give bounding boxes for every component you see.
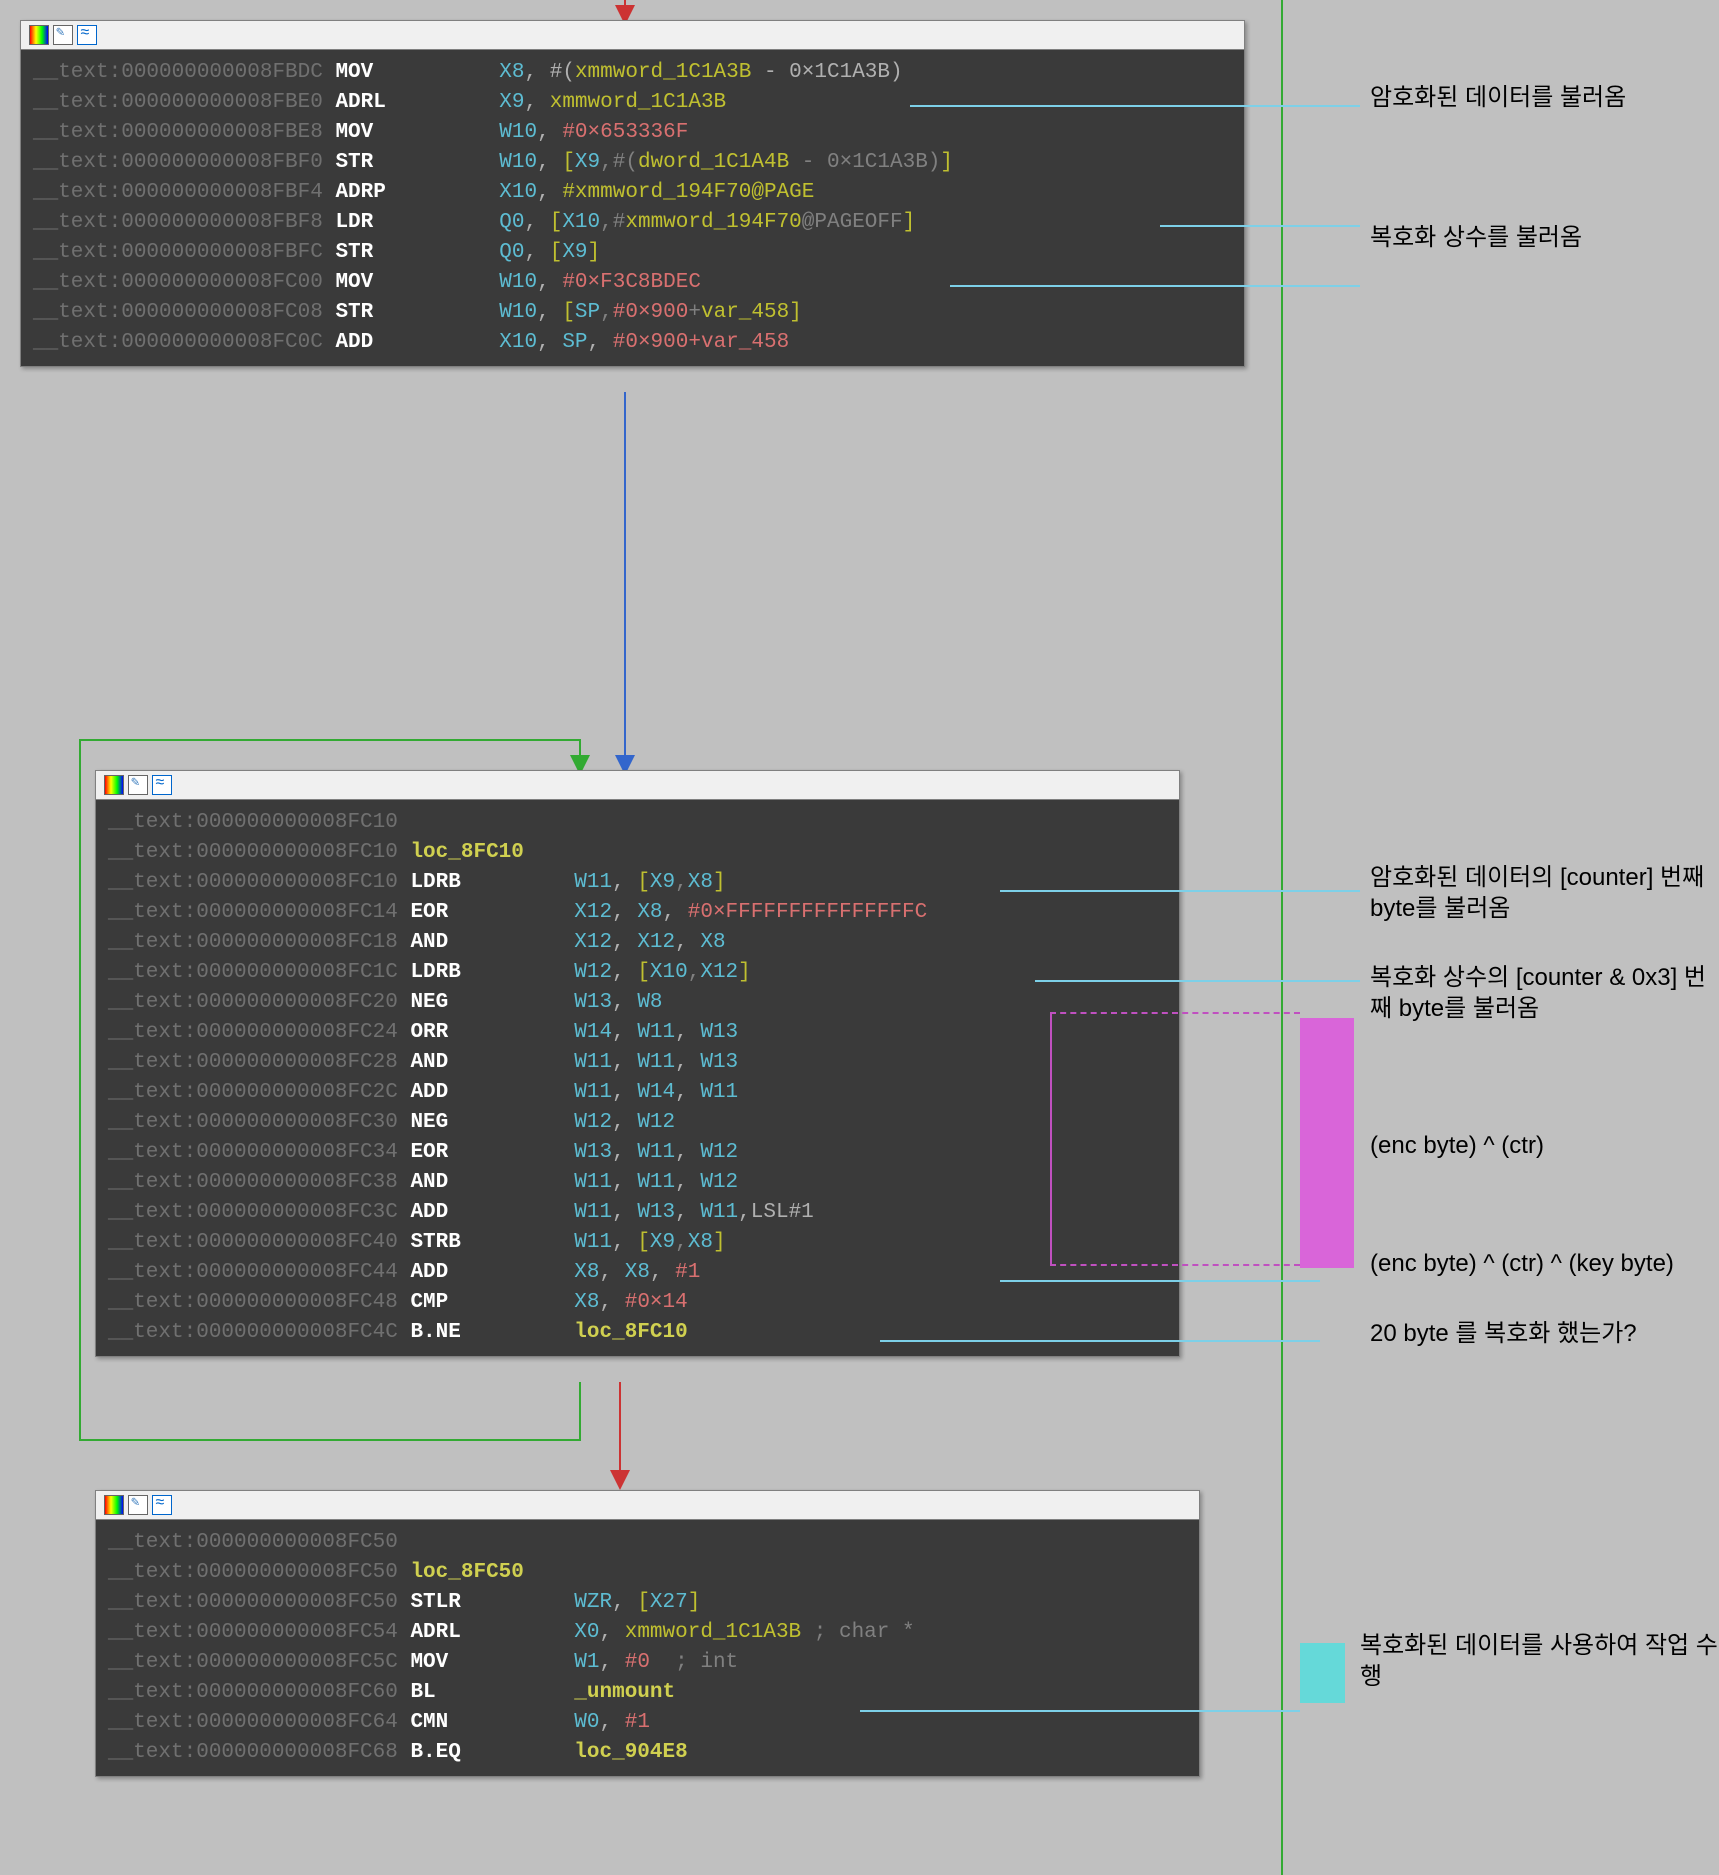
annotation-5: (enc byte) ^ (ctr) xyxy=(1370,1130,1544,1161)
leader-line-dashed xyxy=(1050,1264,1300,1266)
highlight-cyan xyxy=(1300,1643,1345,1703)
asm-line[interactable]: __text:000000000008FC20 NEG W13, W8 xyxy=(108,988,1167,1018)
asm-line[interactable]: __text:000000000008FC10 xyxy=(108,808,1167,838)
highlight-magenta xyxy=(1300,1018,1354,1268)
asm-line[interactable]: __text:000000000008FC30 NEG W12, W12 xyxy=(108,1108,1167,1138)
leader-line xyxy=(1160,225,1360,227)
leader-line xyxy=(950,285,1360,287)
color-icon[interactable] xyxy=(104,775,124,795)
block-toolbar xyxy=(21,21,1244,50)
asm-line[interactable]: __text:000000000008FC4C B.NE loc_8FC10 xyxy=(108,1318,1167,1348)
asm-line[interactable]: __text:000000000008FBDC MOV X8, #(xmmwor… xyxy=(33,58,1232,88)
disassembly-graph-view[interactable]: __text:000000000008FBDC MOV X8, #(xmmwor… xyxy=(0,0,1719,1875)
leader-line xyxy=(1000,890,1360,892)
collapse-icon[interactable] xyxy=(152,1495,172,1515)
annotation-4: 복호화 상수의 [counter & 0x3] 번째 byte를 불러옴 xyxy=(1370,962,1719,1024)
asm-line[interactable]: __text:000000000008FC64 CMN W0, #1 xyxy=(108,1708,1187,1738)
asm-line[interactable]: __text:000000000008FC1C LDRB W12, [X10,X… xyxy=(108,958,1167,988)
basic-block-3[interactable]: __text:000000000008FC50 __text:000000000… xyxy=(95,1490,1200,1777)
basic-block-1[interactable]: __text:000000000008FBDC MOV X8, #(xmmwor… xyxy=(20,20,1245,367)
asm-line[interactable]: __text:000000000008FC50 xyxy=(108,1528,1187,1558)
asm-line[interactable]: __text:000000000008FC0C ADD X10, SP, #0×… xyxy=(33,328,1232,358)
asm-line[interactable]: __text:000000000008FC68 B.EQ loc_904E8 xyxy=(108,1738,1187,1768)
annotation-8: 복호화된 데이터를 사용하여 작업 수행 xyxy=(1360,1630,1719,1692)
edit-icon[interactable] xyxy=(128,1495,148,1515)
asm-line[interactable]: __text:000000000008FC08 STR W10, [SP,#0×… xyxy=(33,298,1232,328)
leader-line xyxy=(880,1340,1320,1342)
asm-line[interactable]: __text:000000000008FBF8 LDR Q0, [X10,#xm… xyxy=(33,208,1232,238)
asm-line[interactable]: __text:000000000008FC34 EOR W13, W11, W1… xyxy=(108,1138,1167,1168)
asm-line[interactable]: __text:000000000008FC28 AND W11, W11, W1… xyxy=(108,1048,1167,1078)
leader-vertical xyxy=(1050,1012,1052,1264)
annotation-2: 복호화 상수를 불러옴 xyxy=(1370,222,1582,253)
asm-line[interactable]: __text:000000000008FC00 MOV W10, #0×F3C8… xyxy=(33,268,1232,298)
asm-line[interactable]: __text:000000000008FBF4 ADRP X10, #xmmwo… xyxy=(33,178,1232,208)
annotation-7: 20 byte 를 복호화 했는가? xyxy=(1370,1318,1637,1349)
asm-line[interactable]: __text:000000000008FC44 ADD X8, X8, #1 xyxy=(108,1258,1167,1288)
asm-line[interactable]: __text:000000000008FC14 EOR X12, X8, #0×… xyxy=(108,898,1167,928)
leader-line xyxy=(860,1710,1300,1712)
leader-line xyxy=(1000,1280,1320,1282)
asm-line[interactable]: __text:000000000008FC50 STLR WZR, [X27] xyxy=(108,1588,1187,1618)
asm-line[interactable]: __text:000000000008FC54 ADRL X0, xmmword… xyxy=(108,1618,1187,1648)
asm-line[interactable]: __text:000000000008FBE8 MOV W10, #0×6533… xyxy=(33,118,1232,148)
asm-line[interactable]: __text:000000000008FC10 LDRB W11, [X9,X8… xyxy=(108,868,1167,898)
edit-icon[interactable] xyxy=(128,775,148,795)
asm-line[interactable]: __text:000000000008FC50 loc_8FC50 xyxy=(108,1558,1187,1588)
asm-line[interactable]: __text:000000000008FC38 AND W11, W11, W1… xyxy=(108,1168,1167,1198)
annotation-6: (enc byte) ^ (ctr) ^ (key byte) xyxy=(1370,1248,1674,1279)
asm-line[interactable]: __text:000000000008FC2C ADD W11, W14, W1… xyxy=(108,1078,1167,1108)
basic-block-2[interactable]: __text:000000000008FC10 __text:000000000… xyxy=(95,770,1180,1357)
asm-line[interactable]: __text:000000000008FC60 BL _unmount xyxy=(108,1678,1187,1708)
asm-line[interactable]: __text:000000000008FC24 ORR W14, W11, W1… xyxy=(108,1018,1167,1048)
asm-line[interactable]: __text:000000000008FC48 CMP X8, #0×14 xyxy=(108,1288,1167,1318)
asm-line[interactable]: __text:000000000008FBE0 ADRL X9, xmmword… xyxy=(33,88,1232,118)
asm-line[interactable]: __text:000000000008FBFC STR Q0, [X9] xyxy=(33,238,1232,268)
color-icon[interactable] xyxy=(104,1495,124,1515)
block-content: __text:000000000008FC50 __text:000000000… xyxy=(96,1520,1199,1776)
asm-line[interactable]: __text:000000000008FC40 STRB W11, [X9,X8… xyxy=(108,1228,1167,1258)
annotation-3: 암호화된 데이터의 [counter] 번째 byte를 불러옴 xyxy=(1370,862,1719,924)
collapse-icon[interactable] xyxy=(77,25,97,45)
asm-line[interactable]: __text:000000000008FC10 loc_8FC10 xyxy=(108,838,1167,868)
asm-line[interactable]: __text:000000000008FC3C ADD W11, W13, W1… xyxy=(108,1198,1167,1228)
edit-icon[interactable] xyxy=(53,25,73,45)
block-toolbar xyxy=(96,771,1179,800)
leader-line-dashed xyxy=(1050,1012,1300,1014)
block-content: __text:000000000008FBDC MOV X8, #(xmmwor… xyxy=(21,50,1244,366)
annotation-1: 암호화된 데이터를 불러옴 xyxy=(1370,82,1626,113)
asm-line[interactable]: __text:000000000008FC18 AND X12, X12, X8 xyxy=(108,928,1167,958)
block-toolbar xyxy=(96,1491,1199,1520)
asm-line[interactable]: __text:000000000008FBF0 STR W10, [X9,#(d… xyxy=(33,148,1232,178)
block-content: __text:000000000008FC10 __text:000000000… xyxy=(96,800,1179,1356)
leader-line xyxy=(910,105,1360,107)
leader-line xyxy=(1035,980,1360,982)
color-icon[interactable] xyxy=(29,25,49,45)
asm-line[interactable]: __text:000000000008FC5C MOV W1, #0 ; int xyxy=(108,1648,1187,1678)
collapse-icon[interactable] xyxy=(152,775,172,795)
